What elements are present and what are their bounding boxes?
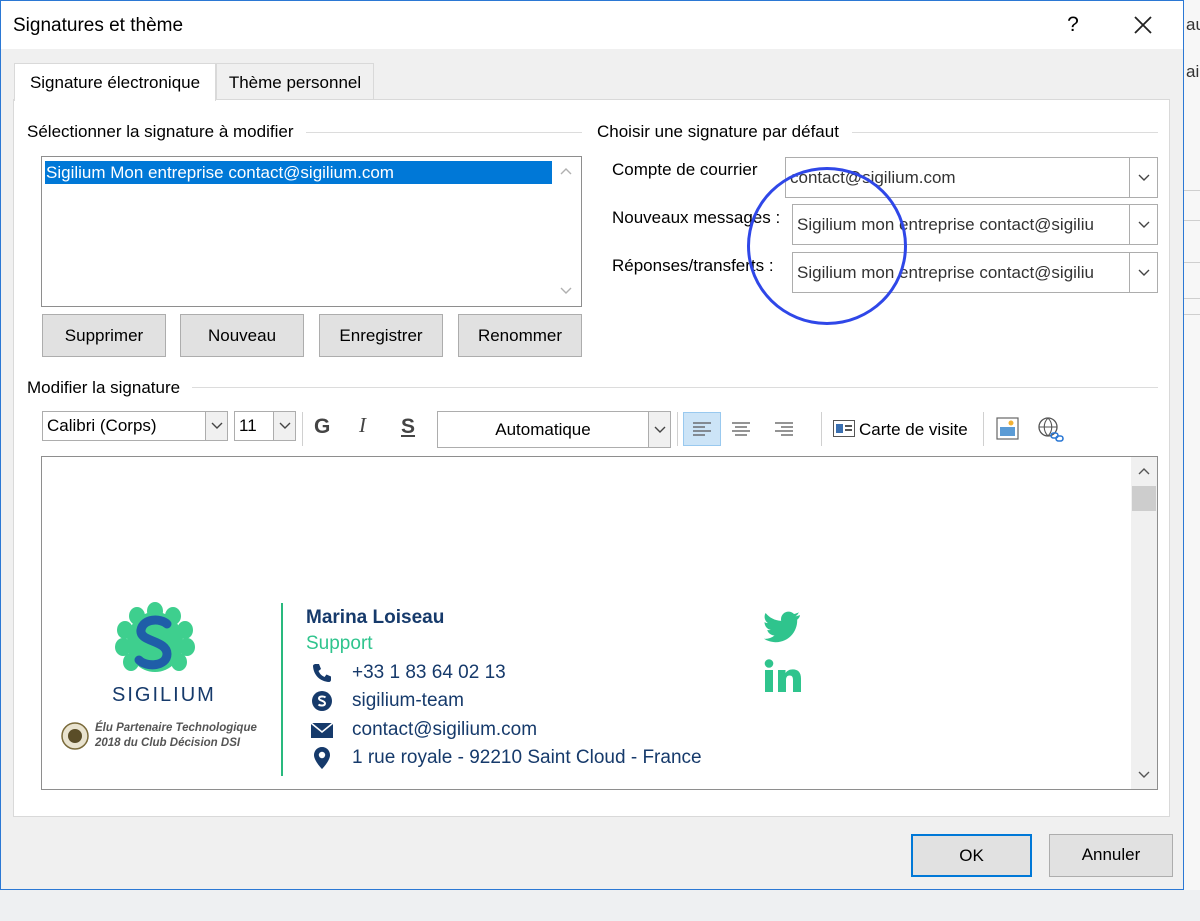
font-color-select[interactable]: Automatique xyxy=(437,411,671,448)
select-signature-heading: Sélectionner la signature à modifier xyxy=(27,122,300,142)
italic-button[interactable]: I xyxy=(359,413,366,438)
contact-name: Marina Loiseau xyxy=(306,607,445,628)
background-window-text: ail xyxy=(1186,62,1200,81)
save-button[interactable]: Enregistrer xyxy=(319,314,443,357)
chevron-down-icon[interactable] xyxy=(648,412,670,447)
sigilium-logo xyxy=(115,602,195,672)
bold-button[interactable]: G xyxy=(314,415,330,439)
rename-button[interactable]: Renommer xyxy=(458,314,582,357)
award-line-1: Élu Partenaire Technologique xyxy=(95,722,257,734)
chevron-down-icon[interactable] xyxy=(205,412,227,440)
scroll-up-icon[interactable] xyxy=(1138,467,1150,475)
background-window: au ail xyxy=(1184,0,1200,890)
ok-button[interactable]: OK xyxy=(911,834,1032,877)
brand-name: SIGILIUM xyxy=(112,684,216,706)
hyperlink-icon[interactable] xyxy=(1037,416,1065,444)
contact-email[interactable]: contact@sigilium.com xyxy=(352,719,537,741)
font-size-select[interactable]: 11 xyxy=(234,411,296,441)
default-signature-heading: Choisir une signature par défaut xyxy=(597,122,845,142)
location-icon xyxy=(314,747,330,769)
contact-phone: +33 1 83 64 02 13 xyxy=(352,662,506,683)
highlight-circle xyxy=(747,167,907,325)
chevron-down-icon[interactable] xyxy=(273,412,295,440)
skype-icon xyxy=(312,691,332,711)
award-line-2: 2018 du Club Décision DSI xyxy=(95,737,241,749)
chevron-down-icon[interactable] xyxy=(1129,253,1157,292)
scroll-up-icon[interactable] xyxy=(560,167,572,175)
editor-scrollbar[interactable] xyxy=(1131,457,1157,789)
email-icon xyxy=(310,722,334,738)
dialog-title: Signatures et thème xyxy=(13,15,184,36)
business-card-button[interactable]: Carte de visite xyxy=(859,420,968,440)
insert-image-icon[interactable] xyxy=(995,416,1021,442)
align-right-icon xyxy=(775,422,793,436)
award-seal-icon xyxy=(61,722,89,750)
signature-list[interactable]: Sigilium Mon entreprise contact@sigilium… xyxy=(41,156,582,307)
contact-address: 1 rue royale - 92210 Saint Cloud - Franc… xyxy=(352,747,702,768)
signature-list-item[interactable]: Sigilium Mon entreprise contact@sigilium… xyxy=(45,161,552,184)
align-left-icon xyxy=(693,422,711,436)
align-left-button[interactable] xyxy=(683,412,721,446)
help-button[interactable]: ? xyxy=(1063,13,1083,37)
new-button[interactable]: Nouveau xyxy=(180,314,304,357)
scroll-thumb[interactable] xyxy=(1132,486,1156,511)
tab-theme-personnel[interactable]: Thème personnel xyxy=(216,63,374,100)
delete-button[interactable]: Supprimer xyxy=(42,314,166,357)
signature-divider xyxy=(281,603,283,776)
chevron-down-icon[interactable] xyxy=(1129,158,1157,197)
tab-signature-electronique[interactable]: Signature électronique xyxy=(14,63,216,101)
font-color-value: Automatique xyxy=(495,420,591,439)
font-family-select[interactable]: Calibri (Corps) xyxy=(42,411,228,441)
underline-button[interactable]: S xyxy=(401,415,415,439)
chevron-down-icon[interactable] xyxy=(1129,205,1157,244)
contact-role: Support xyxy=(306,633,373,654)
scroll-down-icon[interactable] xyxy=(560,287,572,295)
cancel-button[interactable]: Annuler xyxy=(1049,834,1173,877)
align-center-button[interactable] xyxy=(722,412,760,446)
font-size-value: 11 xyxy=(239,416,257,435)
scroll-down-icon[interactable] xyxy=(1138,771,1150,779)
title-bar: Signatures et thème ? xyxy=(1,1,1183,49)
twitter-icon[interactable] xyxy=(764,611,802,643)
phone-icon xyxy=(313,664,331,682)
award-text: Élu Partenaire Technologique 2018 du Clu… xyxy=(95,721,257,751)
align-right-button[interactable] xyxy=(765,412,803,446)
font-family-value: Calibri (Corps) xyxy=(47,416,157,435)
contact-skype: sigilium-team xyxy=(352,690,464,711)
edit-signature-heading: Modifier la signature xyxy=(27,378,187,398)
business-card-icon[interactable] xyxy=(833,420,855,437)
background-window-text: au xyxy=(1186,15,1200,34)
linkedin-icon[interactable] xyxy=(764,659,802,693)
account-label: Compte de courrier xyxy=(612,160,758,179)
close-icon[interactable] xyxy=(1131,13,1155,37)
align-center-icon xyxy=(732,422,750,436)
